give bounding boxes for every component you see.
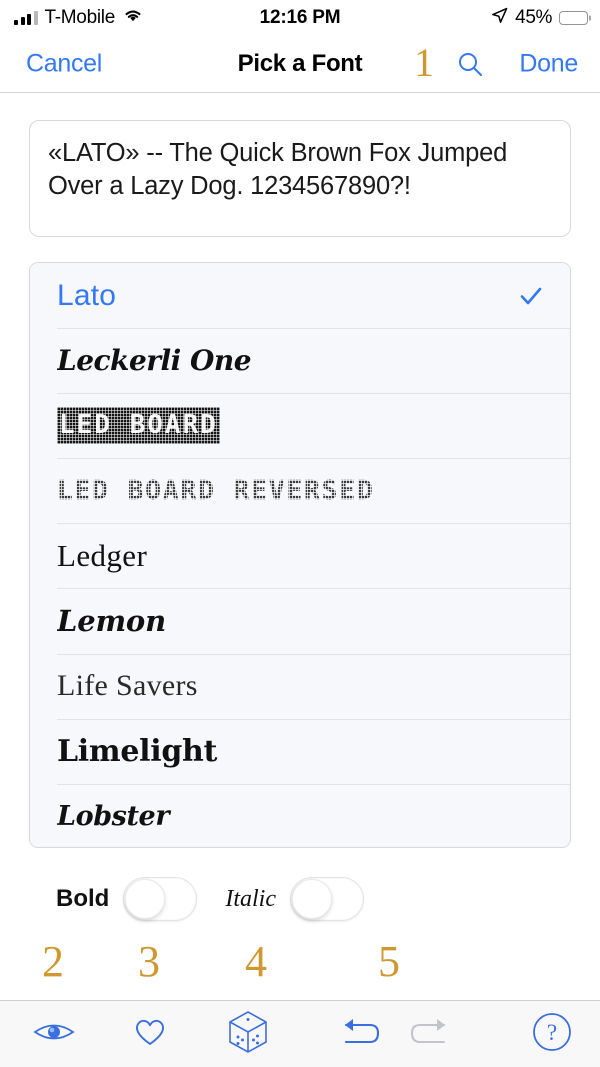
status-bar-right: 45% bbox=[491, 7, 588, 30]
font-list-item[interactable]: Limelight bbox=[30, 718, 570, 784]
preview-sample-text: «LATO» -- The Quick Brown Fox Jumped Ove… bbox=[48, 139, 508, 200]
bold-toggle-knob bbox=[125, 879, 166, 919]
font-name-label: Life Savers bbox=[57, 669, 198, 703]
search-icon[interactable] bbox=[456, 50, 484, 78]
font-name-label: LED BOARD REVERSED bbox=[57, 475, 544, 506]
redo-arrow-icon bbox=[408, 1017, 452, 1052]
font-name-label: Lobster bbox=[57, 800, 170, 832]
question-circle-icon: ? bbox=[531, 1011, 573, 1058]
font-list[interactable]: Lato Leckerli One LED BOARD LED BOARD REVER… bbox=[29, 262, 571, 848]
style-toggles-row: Bold Italic bbox=[0, 868, 600, 930]
annotation-number-1: 1 bbox=[414, 40, 434, 86]
italic-toggle[interactable] bbox=[289, 877, 364, 921]
italic-label: Italic bbox=[225, 885, 276, 912]
font-name-label: Limelight bbox=[57, 733, 218, 769]
redo-button bbox=[404, 1012, 456, 1056]
font-list-item[interactable]: Ledger bbox=[30, 523, 570, 589]
font-list-item[interactable]: LED BOARD REVERSED bbox=[30, 458, 570, 524]
annotation-number-3: 3 bbox=[138, 937, 160, 986]
randomize-button[interactable] bbox=[222, 1010, 274, 1059]
location-arrow-icon bbox=[491, 7, 508, 30]
italic-toggle-group: Italic bbox=[225, 877, 364, 921]
font-name-label: Lato bbox=[57, 278, 117, 312]
undo-button[interactable] bbox=[334, 1012, 386, 1056]
italic-toggle-knob bbox=[291, 879, 332, 919]
eye-icon bbox=[32, 1019, 76, 1050]
font-list-item[interactable]: Lemon bbox=[30, 588, 570, 654]
battery-icon bbox=[559, 11, 588, 25]
svg-text:?: ? bbox=[547, 1020, 557, 1045]
led-text-wrapper: LED BOARD bbox=[57, 407, 220, 445]
annotation-number-5: 5 bbox=[378, 937, 400, 986]
preview-eye-button[interactable] bbox=[28, 1012, 80, 1056]
bold-toggle[interactable] bbox=[123, 877, 198, 921]
font-name-text: LED BOARD REVERSED bbox=[57, 475, 375, 506]
undo-arrow-icon bbox=[338, 1017, 382, 1052]
font-list-item[interactable]: LED BOARD bbox=[30, 393, 570, 459]
heart-icon bbox=[133, 1016, 167, 1052]
font-name-label: Leckerli One bbox=[57, 344, 252, 378]
page-title: Pick a Font bbox=[237, 50, 363, 77]
annotation-numbers-row: 2 3 4 5 bbox=[0, 934, 600, 996]
bold-label: Bold bbox=[56, 885, 110, 912]
help-button[interactable]: ? bbox=[526, 1012, 578, 1056]
font-list-item[interactable]: Lato bbox=[30, 263, 570, 329]
battery-percent-label: 45% bbox=[515, 7, 552, 28]
navigation-bar: Cancel Pick a Font 1 Done bbox=[0, 36, 600, 93]
font-list-item[interactable]: Lobster bbox=[30, 783, 570, 847]
led-text-wrapper: LED BOARD REVERSED bbox=[57, 475, 377, 506]
dice-cube-icon bbox=[227, 1010, 269, 1059]
bottom-toolbar: ? bbox=[0, 1000, 600, 1067]
font-name-label: Ledger bbox=[57, 537, 148, 573]
bold-toggle-group: Bold bbox=[56, 877, 198, 921]
favorite-button[interactable] bbox=[124, 1012, 176, 1056]
annotation-number-2: 2 bbox=[42, 937, 64, 986]
font-name-label: LED BOARD bbox=[57, 407, 544, 445]
font-list-item[interactable]: Leckerli One bbox=[30, 328, 570, 394]
font-list-item[interactable]: Life Savers bbox=[30, 653, 570, 719]
checkmark-icon bbox=[518, 283, 544, 309]
status-bar: T-Mobile 12:16 PM 45% bbox=[0, 0, 600, 36]
done-button[interactable]: Done bbox=[519, 50, 578, 79]
annotation-number-4: 4 bbox=[245, 937, 267, 986]
font-picker-screen: T-Mobile 12:16 PM 45% Cancel Pick a Font… bbox=[0, 0, 600, 1067]
font-preview-box[interactable]: «LATO» -- The Quick Brown Fox Jumped Ove… bbox=[29, 120, 571, 237]
font-name-label: Lemon bbox=[57, 604, 166, 639]
font-name-text: LED BOARD bbox=[57, 407, 220, 445]
